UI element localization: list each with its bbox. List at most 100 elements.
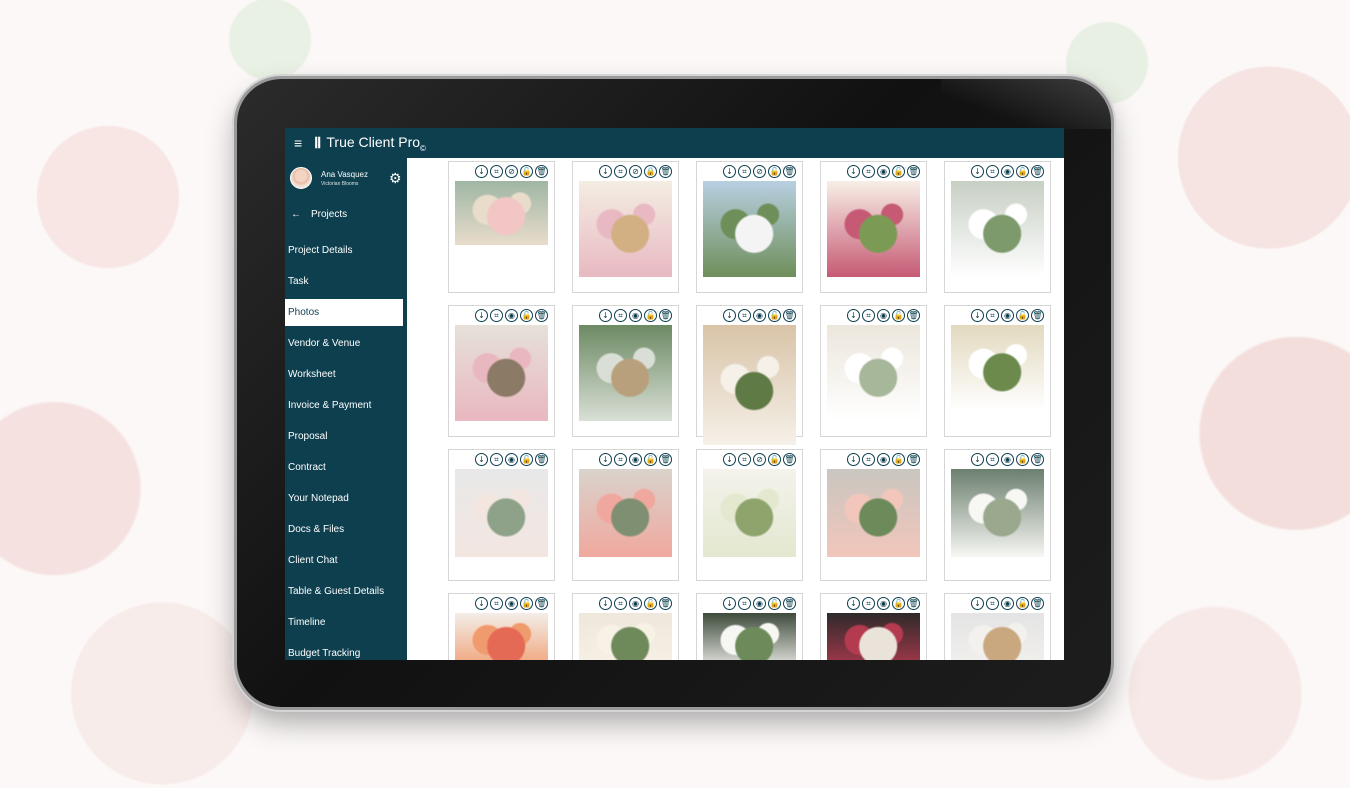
crop-icon[interactable]: ⌗ (738, 453, 751, 466)
trash-icon[interactable]: 🗑 (535, 309, 548, 322)
photo-thumbnail[interactable] (455, 181, 548, 245)
download-icon[interactable]: ↓ (599, 165, 612, 178)
unlock-icon[interactable]: 🔓 (1016, 309, 1029, 322)
crop-icon[interactable]: ⌗ (986, 309, 999, 322)
back-to-projects[interactable]: ← Projects (291, 209, 347, 220)
trash-icon[interactable]: 🗑 (783, 453, 796, 466)
eye-icon[interactable]: ◉ (1001, 309, 1014, 322)
unlock-icon[interactable]: 🔓 (768, 165, 781, 178)
photo-thumbnail[interactable] (579, 181, 672, 277)
trash-icon[interactable]: 🗑 (783, 165, 796, 178)
unlock-icon[interactable]: 🔓 (644, 597, 657, 610)
unlock-icon[interactable]: 🔓 (892, 597, 905, 610)
trash-icon[interactable]: 🗑 (907, 597, 920, 610)
download-icon[interactable]: ↓ (971, 165, 984, 178)
unlock-icon[interactable]: 🔓 (1016, 597, 1029, 610)
photo-thumbnail[interactable] (951, 613, 1044, 660)
photo-card[interactable]: ↓ ⌗ ◉ 🔓 🗑 (820, 449, 927, 581)
trash-icon[interactable]: 🗑 (1031, 165, 1044, 178)
download-icon[interactable]: ↓ (475, 453, 488, 466)
sidebar-item-docs-files[interactable]: Docs & Files (285, 516, 403, 543)
photo-card[interactable]: ↓ ⌗ ◉ 🔓 🗑 (448, 305, 555, 437)
trash-icon[interactable]: 🗑 (535, 597, 548, 610)
unlock-icon[interactable]: 🔓 (768, 309, 781, 322)
crop-icon[interactable]: ⌗ (490, 597, 503, 610)
crop-icon[interactable]: ⌗ (614, 597, 627, 610)
sidebar-item-contract[interactable]: Contract (285, 454, 403, 481)
sidebar-item-your-notepad[interactable]: Your Notepad (285, 485, 403, 512)
download-icon[interactable]: ↓ (599, 453, 612, 466)
trash-icon[interactable]: 🗑 (907, 165, 920, 178)
photo-thumbnail[interactable] (827, 613, 920, 660)
download-icon[interactable]: ↓ (599, 597, 612, 610)
eye-icon[interactable]: ◉ (877, 165, 890, 178)
trash-icon[interactable]: 🗑 (659, 597, 672, 610)
eye-icon[interactable]: ◉ (505, 309, 518, 322)
trash-icon[interactable]: 🗑 (1031, 309, 1044, 322)
trash-icon[interactable]: 🗑 (535, 165, 548, 178)
photo-thumbnail[interactable] (455, 325, 548, 421)
sidebar-item-table-guest-details[interactable]: Table & Guest Details (285, 578, 403, 605)
sidebar-item-task[interactable]: Task (285, 268, 403, 295)
unlock-icon[interactable]: 🔓 (768, 453, 781, 466)
download-icon[interactable]: ↓ (723, 309, 736, 322)
photo-card[interactable]: ↓ ⌗ ◉ 🔓 🗑 (696, 593, 803, 660)
eye-off-icon[interactable]: ⊘ (753, 453, 766, 466)
download-icon[interactable]: ↓ (971, 309, 984, 322)
sidebar-item-invoice-payment[interactable]: Invoice & Payment (285, 392, 403, 419)
eye-icon[interactable]: ◉ (1001, 453, 1014, 466)
photo-thumbnail[interactable] (703, 613, 796, 660)
photo-card[interactable]: ↓ ⌗ ◉ 🔓 🗑 (820, 161, 927, 293)
eye-icon[interactable]: ◉ (877, 309, 890, 322)
sidebar-item-budget-tracking[interactable]: Budget Tracking (285, 640, 403, 660)
unlock-icon[interactable]: 🔓 (520, 453, 533, 466)
trash-icon[interactable]: 🗑 (907, 309, 920, 322)
eye-off-icon[interactable]: ⊘ (505, 165, 518, 178)
avatar[interactable] (290, 167, 312, 189)
crop-icon[interactable]: ⌗ (490, 165, 503, 178)
eye-icon[interactable]: ◉ (629, 597, 642, 610)
download-icon[interactable]: ↓ (847, 453, 860, 466)
photo-thumbnail[interactable] (579, 613, 672, 660)
download-icon[interactable]: ↓ (723, 165, 736, 178)
sidebar-item-photos[interactable]: Photos (285, 299, 403, 326)
unlock-icon[interactable]: 🔓 (1016, 165, 1029, 178)
eye-icon[interactable]: ◉ (753, 309, 766, 322)
photo-thumbnail[interactable] (703, 325, 796, 445)
eye-icon[interactable]: ◉ (505, 597, 518, 610)
crop-icon[interactable]: ⌗ (862, 597, 875, 610)
crop-icon[interactable]: ⌗ (738, 597, 751, 610)
photo-card[interactable]: ↓ ⌗ ◉ 🔓 🗑 (572, 593, 679, 660)
download-icon[interactable]: ↓ (971, 597, 984, 610)
crop-icon[interactable]: ⌗ (986, 453, 999, 466)
photo-thumbnail[interactable] (827, 181, 920, 277)
unlock-icon[interactable]: 🔓 (520, 597, 533, 610)
eye-off-icon[interactable]: ⊘ (753, 165, 766, 178)
photo-card[interactable]: ↓ ⌗ ◉ 🔓 🗑 (448, 449, 555, 581)
gear-icon[interactable]: ⚙ (389, 170, 402, 187)
crop-icon[interactable]: ⌗ (614, 453, 627, 466)
sidebar-item-timeline[interactable]: Timeline (285, 609, 403, 636)
eye-icon[interactable]: ◉ (629, 309, 642, 322)
eye-icon[interactable]: ◉ (1001, 165, 1014, 178)
eye-icon[interactable]: ◉ (753, 597, 766, 610)
crop-icon[interactable]: ⌗ (862, 453, 875, 466)
sidebar-item-vendor-venue[interactable]: Vendor & Venue (285, 330, 403, 357)
photo-card[interactable]: ↓ ⌗ ◉ 🔓 🗑 (944, 449, 1051, 581)
unlock-icon[interactable]: 🔓 (892, 165, 905, 178)
unlock-icon[interactable]: 🔓 (644, 309, 657, 322)
unlock-icon[interactable]: 🔓 (644, 453, 657, 466)
trash-icon[interactable]: 🗑 (659, 453, 672, 466)
photo-thumbnail[interactable] (951, 469, 1044, 557)
crop-icon[interactable]: ⌗ (986, 165, 999, 178)
unlock-icon[interactable]: 🔓 (520, 165, 533, 178)
photo-card[interactable]: ↓ ⌗ ◉ 🔓 🗑 (944, 305, 1051, 437)
photo-card[interactable]: ↓ ⌗ ◉ 🔓 🗑 (820, 305, 927, 437)
download-icon[interactable]: ↓ (599, 309, 612, 322)
photo-thumbnail[interactable] (579, 469, 672, 557)
trash-icon[interactable]: 🗑 (907, 453, 920, 466)
download-icon[interactable]: ↓ (475, 309, 488, 322)
photo-thumbnail[interactable] (827, 325, 920, 421)
photo-thumbnail[interactable] (951, 325, 1044, 411)
trash-icon[interactable]: 🗑 (659, 309, 672, 322)
